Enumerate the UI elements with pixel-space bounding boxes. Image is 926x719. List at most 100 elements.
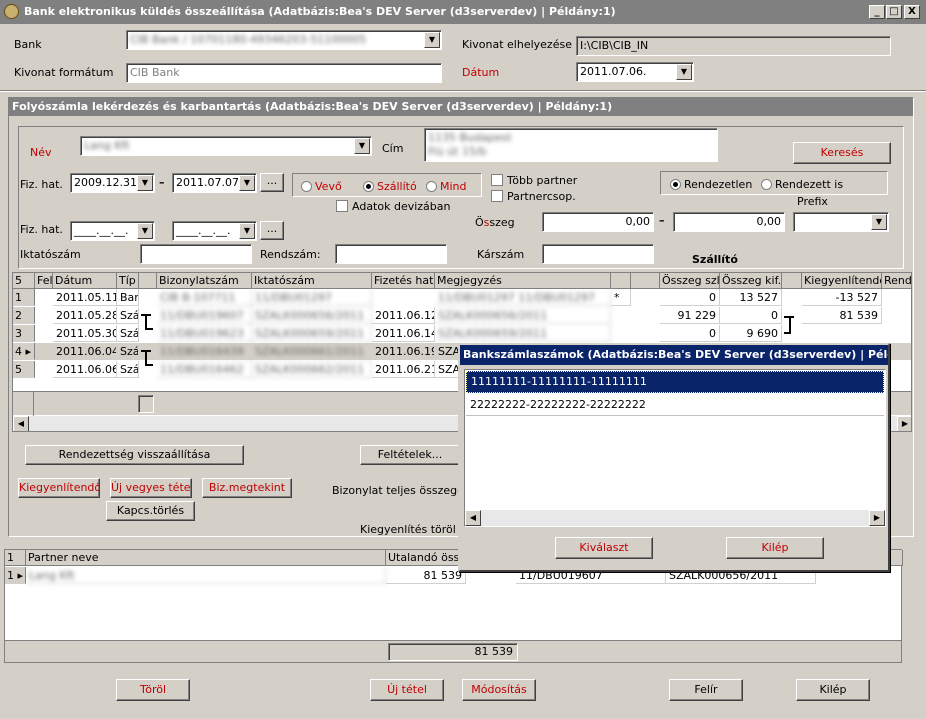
- cell-datum[interactable]: 2011.05.28.: [53, 307, 117, 324]
- feltetelek-button[interactable]: Feltételek...: [360, 445, 460, 465]
- uj-tetel-button[interactable]: Új tétel: [370, 679, 444, 701]
- scroll-left-icon[interactable]: ◀: [465, 510, 481, 526]
- maximize-button[interactable]: □: [886, 5, 902, 19]
- radio-rendezetlen[interactable]: Rendezetlen: [670, 178, 752, 191]
- cell-iktatoszam[interactable]: SZALK000656/2011: [252, 307, 372, 324]
- chevron-down-icon[interactable]: ▼: [137, 223, 153, 239]
- cell-iktatoszam[interactable]: SZALK000661/2011: [252, 343, 372, 360]
- cell-tip[interactable]: Ban: [117, 289, 139, 306]
- kivonat-formatum-field[interactable]: CIB Bank: [126, 63, 442, 83]
- col-extra[interactable]: [631, 273, 660, 289]
- radio-rendezett-is[interactable]: Rendezett is: [761, 178, 843, 191]
- torol-button[interactable]: Töröl: [116, 679, 190, 701]
- cell-utalando[interactable]: 81 539: [386, 567, 466, 584]
- kereses-button[interactable]: Keresés: [793, 142, 891, 164]
- cell-fizetes-hat[interactable]: 2011.06.12.: [372, 307, 435, 324]
- col-link[interactable]: [139, 273, 157, 289]
- col-rende[interactable]: Rende: [882, 273, 911, 289]
- col-osszeg-kif[interactable]: Összeg kif.: [720, 273, 782, 289]
- col-megjegyzes[interactable]: Megjegyzés: [435, 273, 611, 289]
- cell-osszeg-kif[interactable]: 0: [720, 307, 782, 324]
- col-link2[interactable]: [782, 273, 802, 289]
- cell-megjegyzes[interactable]: SZALK000656/2011: [435, 307, 611, 324]
- cell-bizonylatszam[interactable]: 11/DBU019607: [157, 307, 252, 324]
- kivonat-elhelyezese-field[interactable]: I:\CIB\CIB_IN: [576, 36, 891, 56]
- col-utalando-osszeg[interactable]: Utalandó össze: [386, 550, 466, 566]
- cell-partner-neve[interactable]: Lang Kft: [26, 567, 386, 584]
- account-item[interactable]: 22222222-22222222-22222222: [466, 394, 884, 416]
- bank-combo[interactable]: CIB Bank / 10701180-49346203-51100005 ▼: [126, 30, 442, 50]
- cell-datum[interactable]: 2011.05.30.: [53, 325, 117, 342]
- biz-megtekint-button[interactable]: Biz.megtekint: [202, 478, 292, 498]
- felir-button[interactable]: Felír: [669, 679, 743, 701]
- fiz-hat2-from-combo[interactable]: ____.__.__. ▼: [70, 221, 155, 241]
- karszam-field[interactable]: [542, 244, 654, 264]
- chevron-down-icon[interactable]: ▼: [354, 138, 370, 154]
- rendszam-field[interactable]: [335, 244, 447, 264]
- cell-fizetes-hat[interactable]: 2011.06.19.: [372, 343, 435, 360]
- datum-combo[interactable]: 2011.07.06. ▼: [576, 62, 694, 82]
- cell-bizonylatszam[interactable]: 11/DBU016462: [157, 361, 252, 378]
- col-osszeg-szla[interactable]: Összeg szle: [660, 273, 720, 289]
- col-tip[interactable]: Típ: [117, 273, 139, 289]
- cell-kiegyenlitendo[interactable]: 81 539: [802, 307, 882, 324]
- tobb-partner-checkbox[interactable]: Több partner: [491, 174, 577, 187]
- dialog-kilep-button[interactable]: Kilép: [726, 537, 824, 559]
- cell-osszeg-szla[interactable]: 91 229: [660, 307, 720, 324]
- cell-fizetes-hat[interactable]: 2011.06.14.: [372, 325, 435, 342]
- rendezettseg-button[interactable]: Rendezettség visszaállítása: [25, 445, 244, 465]
- cell-tip[interactable]: Szá: [117, 325, 139, 342]
- chevron-down-icon[interactable]: ▼: [676, 64, 692, 80]
- fiz-hat-to-combo[interactable]: 2011.07.07. ▼: [172, 173, 257, 193]
- cell-kiegyenlitendo[interactable]: -13 527: [802, 289, 882, 306]
- col-partner-neve[interactable]: Partner neve: [26, 550, 386, 566]
- cell-osszeg-kif[interactable]: 9 690: [720, 325, 782, 342]
- cell-tip[interactable]: Szá: [117, 343, 139, 360]
- cell-bizonylatszam[interactable]: 11/DBU019623: [157, 325, 252, 342]
- cell-osszeg-kif[interactable]: 13 527: [720, 289, 782, 306]
- chevron-down-icon[interactable]: ▼: [424, 32, 440, 48]
- uj-vegyes-tetel-button[interactable]: Új vegyes tétel: [110, 478, 192, 498]
- chevron-down-icon[interactable]: ▼: [137, 175, 153, 191]
- chevron-down-icon[interactable]: ▼: [239, 175, 255, 191]
- cell-datum[interactable]: 2011.05.11.: [53, 289, 117, 306]
- scroll-left-icon[interactable]: ◀: [13, 416, 29, 431]
- col-bizonylatszam[interactable]: Bizonylatszám: [157, 273, 252, 289]
- radio-szallito[interactable]: Szállító: [363, 180, 417, 193]
- account-list[interactable]: 11111111-11111111-11111111 22222222-2222…: [464, 369, 886, 527]
- chevron-down-icon[interactable]: ▼: [239, 223, 255, 239]
- list-hscrollbar[interactable]: ◀ ▶: [465, 510, 885, 526]
- cell-osszeg-szla[interactable]: 0: [660, 325, 720, 342]
- account-item-selected[interactable]: 11111111-11111111-11111111: [466, 371, 884, 393]
- minimize-button[interactable]: _: [869, 5, 885, 19]
- scroll-right-icon[interactable]: ▶: [897, 416, 911, 431]
- osszeg-to-field[interactable]: 0,00: [673, 212, 785, 232]
- cell-tip[interactable]: Szá: [117, 307, 139, 324]
- iktatoszam-field[interactable]: [140, 244, 252, 264]
- cell-megjegyzes[interactable]: 11/DBU01297 11/DBU01297: [435, 289, 611, 306]
- close-button[interactable]: X: [904, 5, 920, 19]
- osszeg-from-field[interactable]: 0,00: [542, 212, 654, 232]
- fiz-hat-picker-button[interactable]: ...: [260, 173, 284, 192]
- scroll-right-icon[interactable]: ▶: [869, 510, 885, 526]
- adatok-devizaban-checkbox[interactable]: Adatok devizában: [336, 200, 451, 213]
- chevron-down-icon[interactable]: ▼: [871, 214, 887, 230]
- radio-mind[interactable]: Mind: [426, 180, 467, 193]
- col-fel[interactable]: Fel: [35, 273, 53, 289]
- nev-combo[interactable]: Lang Kft ▼: [80, 136, 372, 156]
- kivalaszt-button[interactable]: Kiválaszt: [555, 537, 653, 559]
- cell-iktatoszam[interactable]: SZALK000659/2011: [252, 325, 372, 342]
- cell-bizonylatszam[interactable]: CIB B-107711: [157, 289, 252, 306]
- cim-field[interactable]: 1135 Budapest Fiú út 15/b: [424, 128, 718, 162]
- col-datum[interactable]: Dátum: [53, 273, 117, 289]
- prefix-combo[interactable]: ▼: [793, 212, 889, 232]
- cell-tip[interactable]: Szá: [117, 361, 139, 378]
- col-kiegyenlitendo[interactable]: Kiegyenlítendő: [802, 273, 882, 289]
- cell-datum[interactable]: 2011.06.06.: [53, 361, 117, 378]
- radio-vevo[interactable]: Vevő: [301, 180, 342, 193]
- cell-datum[interactable]: 2011.06.04.: [53, 343, 117, 360]
- kapcs-torles-button[interactable]: Kapcs.törlés: [106, 501, 195, 521]
- cell-iktatoszam[interactable]: 11/DBU01297: [252, 289, 372, 306]
- col-fizetes-hat[interactable]: Fizetés hat.: [372, 273, 435, 289]
- cell-flag[interactable]: *: [611, 289, 631, 306]
